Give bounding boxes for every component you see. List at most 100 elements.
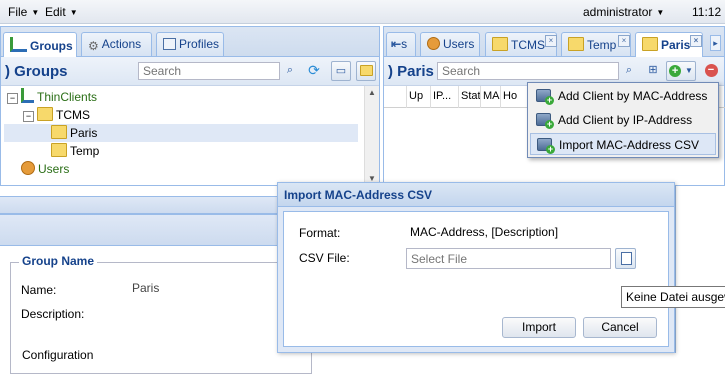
collapse-icon[interactable]: − <box>23 111 34 122</box>
page-title-text: Groups <box>14 63 68 80</box>
page-title: ) Groups <box>5 63 68 80</box>
collapse-icon[interactable]: − <box>7 93 18 104</box>
column-header-up[interactable]: Up <box>406 86 430 108</box>
tree-icon <box>10 37 27 52</box>
browse-button[interactable] <box>615 248 636 269</box>
arrow-left-icon: ⇤ <box>391 37 402 51</box>
file-menu[interactable]: File ▼ <box>8 5 39 19</box>
tree-node-label: Users <box>38 162 70 176</box>
star-folder-icon <box>51 143 67 157</box>
users-icon <box>21 161 35 175</box>
menu-item-add-by-mac[interactable]: Add Client by MAC-Address <box>530 85 716 107</box>
folder-icon <box>642 37 658 51</box>
gear-icon: ⚙ <box>88 39 99 53</box>
folder-icon <box>51 125 67 139</box>
chevron-down-icon: ▼ <box>685 66 693 75</box>
refresh-icon[interactable]: ⟳ <box>304 61 324 81</box>
tree-node-users[interactable]: Users <box>21 160 69 178</box>
name-label: Name: <box>21 283 57 297</box>
edit-menu[interactable]: Edit ▼ <box>45 5 78 19</box>
edit-menu-label: Edit <box>45 5 66 19</box>
chevron-right-icon: ) <box>388 63 398 80</box>
tab-overflow-label: s <box>401 37 408 51</box>
tree-node-thinclients[interactable]: − ThinClients <box>7 88 97 106</box>
import-csv-dialog: Import MAC-Address CSV Format: MAC-Addre… <box>277 182 675 353</box>
column-header-mac[interactable]: MAC <box>480 86 500 108</box>
configuration-label: Configuration <box>22 348 94 362</box>
remove-icon[interactable]: − <box>701 61 721 81</box>
tree-node-tcms[interactable]: − TCMS <box>23 106 90 124</box>
column-header-ip[interactable]: IP... <box>430 86 458 108</box>
add-client-icon <box>536 113 554 129</box>
format-label: Format: <box>299 226 341 240</box>
add-icon: + <box>669 65 682 77</box>
tree-node-paris[interactable]: Paris <box>4 124 358 142</box>
file-menu-label: File <box>8 5 28 19</box>
group-name-legend: Group Name <box>19 254 98 268</box>
tab-scroll-right-icon[interactable]: ▸ <box>710 35 721 51</box>
tab-paris[interactable]: Paris × <box>635 32 703 57</box>
list-icon: ▭ <box>335 65 347 77</box>
folder-icon <box>359 65 373 76</box>
dialog-title[interactable]: Import MAC-Address CSV <box>278 183 674 207</box>
tab-temp[interactable]: Temp × <box>561 32 631 56</box>
tab-profiles-label: Profiles <box>179 37 220 51</box>
profile-icon <box>163 38 176 50</box>
import-csv-icon <box>537 138 555 154</box>
column-header-status[interactable]: Stat <box>458 86 480 108</box>
add-client-button[interactable]: + ▼ <box>666 61 696 81</box>
panel-title: ) Paris <box>388 63 434 80</box>
menu-item-import-csv[interactable]: Import MAC-Address CSV <box>530 133 716 155</box>
expand-icon[interactable]: ⊞ <box>643 61 663 81</box>
tree-node-label: Paris <box>70 126 98 140</box>
tab-actions-label: Actions <box>101 37 142 51</box>
folder-button[interactable] <box>356 61 376 81</box>
tab-profiles[interactable]: Profiles <box>156 32 224 56</box>
scroll-up-icon[interactable]: ▲ <box>368 88 376 97</box>
menu-bar: File ▼ Edit ▼ administrator ▼ 11:12 <box>0 0 725 24</box>
import-button[interactable]: Import <box>502 317 576 338</box>
format-value: MAC-Address, [Description] <box>410 225 559 239</box>
tab-tcms-label: TCMS <box>511 38 545 52</box>
tab-users[interactable]: Users <box>420 32 480 56</box>
csv-file-input[interactable] <box>406 248 611 269</box>
add-client-menu: Add Client by MAC-Address Add Client by … <box>527 82 719 158</box>
close-icon[interactable]: × <box>545 35 557 47</box>
menu-item-label: Add Client by IP-Address <box>558 113 693 127</box>
menu-item-label: Add Client by MAC-Address <box>558 89 708 103</box>
left-tabstrip: Groups ⚙ Actions Profiles <box>1 27 379 57</box>
tab-overflow[interactable]: ⇤s <box>386 32 416 56</box>
tab-actions[interactable]: ⚙ Actions <box>81 32 152 56</box>
search-icon[interactable]: ⌕ <box>280 61 300 81</box>
folder-icon <box>492 37 508 51</box>
close-icon[interactable]: × <box>690 35 702 47</box>
search-icon[interactable]: ⌕ <box>619 61 639 81</box>
folder-icon <box>37 107 53 121</box>
clock: 11:12 <box>692 5 722 19</box>
tab-groups-label: Groups <box>30 39 73 53</box>
search-input[interactable] <box>437 62 619 80</box>
tree-scrollbar[interactable]: ▲ ▼ <box>364 86 379 185</box>
panel-title-text: Paris <box>397 63 434 80</box>
tab-temp-label: Temp <box>587 38 617 52</box>
tab-groups[interactable]: Groups <box>3 32 77 57</box>
tree-node-label: ThinClients <box>37 90 98 104</box>
close-icon[interactable]: × <box>618 35 630 47</box>
chevron-right-icon: ) <box>5 63 15 80</box>
left-toolbar: ) Groups ⌕ ⟳ ▭ <box>1 57 379 86</box>
tree-node-temp[interactable]: Temp <box>51 142 99 160</box>
description-label: Description: <box>21 307 85 321</box>
users-icon <box>427 37 440 50</box>
name-value: Paris <box>132 281 160 295</box>
menu-item-add-by-ip[interactable]: Add Client by IP-Address <box>530 109 716 131</box>
tree-node-label: TCMS <box>56 108 90 122</box>
collapse-button[interactable]: ▭ <box>331 61 351 81</box>
tab-tcms[interactable]: TCMS × <box>485 32 557 56</box>
column-header-host[interactable]: Ho <box>500 86 520 108</box>
search-input[interactable] <box>138 62 280 80</box>
user-menu[interactable]: administrator ▼ <box>583 5 664 19</box>
tree-node-label: Temp <box>70 144 100 158</box>
cancel-button[interactable]: Cancel <box>583 317 657 338</box>
folder-icon <box>568 37 584 51</box>
csv-file-label: CSV File: <box>299 251 350 265</box>
